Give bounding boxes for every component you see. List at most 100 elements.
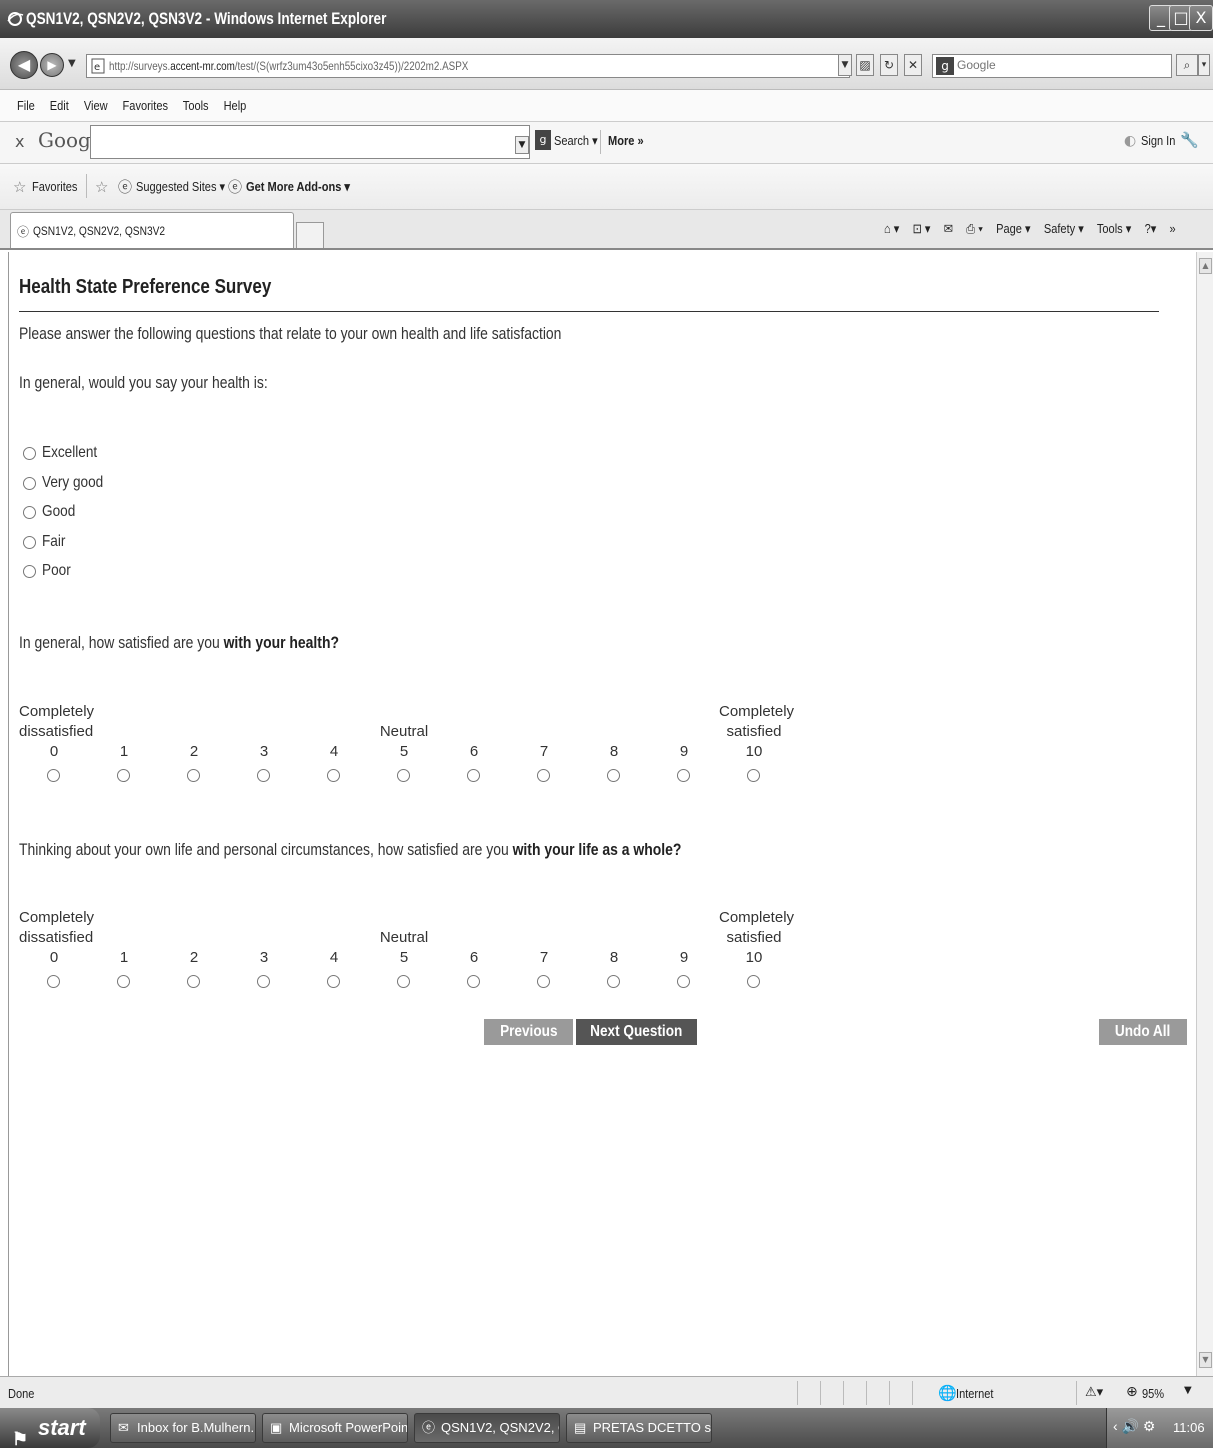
life-radio-3[interactable] [257, 975, 270, 988]
scroll-down-icon[interactable]: ▼ [1199, 1352, 1212, 1368]
title-divider [19, 311, 1159, 312]
life-radio-9[interactable] [677, 975, 690, 988]
health-radio-2[interactable] [187, 769, 200, 782]
menu-tools[interactable]: Tools [183, 98, 209, 113]
taskbar-item-document[interactable]: ▤ PRETAS DCETTO sur... [566, 1413, 712, 1443]
protected-mode-icon[interactable]: ⚠▾ [1085, 1385, 1103, 1400]
forward-button[interactable]: ▶ [40, 53, 64, 77]
option-label: Poor [42, 562, 71, 579]
life-radio-0[interactable] [47, 975, 60, 988]
help-menu-icon[interactable]: ?▾ [1145, 221, 1157, 236]
read-mail-icon[interactable]: ✉ [944, 221, 953, 236]
undo-all-button[interactable]: Undo All [1099, 1019, 1187, 1045]
tools-menu[interactable]: Tools ▾ [1097, 221, 1131, 236]
wrench-icon[interactable]: 🔧 [1180, 131, 1199, 149]
zoom-level[interactable]: 95% [1142, 1386, 1164, 1401]
taskbar-item-powerpoint[interactable]: ▣ Microsoft PowerPoint ... [262, 1413, 408, 1443]
radio-poor[interactable] [23, 565, 36, 578]
status-divider [843, 1381, 844, 1405]
health-radio-4[interactable] [327, 769, 340, 782]
stop-icon[interactable]: ✕ [904, 54, 922, 76]
health-radio-5[interactable] [397, 769, 410, 782]
tab-active[interactable]: ⓔ QSN1V2, QSN2V2, QSN3V2 [10, 212, 294, 248]
favorites-button[interactable]: Favorites [32, 179, 77, 194]
life-satisfaction-scale: Completely dissatisfied Neutral Completely s… [19, 908, 819, 998]
safety-menu[interactable]: Safety ▾ [1044, 221, 1084, 236]
url-field[interactable]: e http://surveys.accent-mr.com/test/(S(w… [86, 54, 850, 78]
vertical-scrollbar[interactable]: ▲ ▼ [1196, 252, 1213, 1376]
health-radio-1[interactable] [117, 769, 130, 782]
search-box[interactable]: g [932, 54, 1172, 78]
menu-favorites[interactable]: Favorites [123, 98, 168, 113]
life-radio-4[interactable] [327, 975, 340, 988]
health-radio-7[interactable] [537, 769, 550, 782]
search-options-icon[interactable]: ▾ [1198, 54, 1210, 76]
scroll-up-icon[interactable]: ▲ [1199, 258, 1212, 274]
suggested-sites-button[interactable]: Suggested Sites ▾ [136, 179, 225, 195]
get-more-addons-button[interactable]: Get More Add-ons ▾ [246, 179, 350, 195]
life-radio-1[interactable] [117, 975, 130, 988]
page-menu[interactable]: Page ▾ [996, 221, 1030, 236]
radio-fair[interactable] [23, 536, 36, 549]
radio-very-good[interactable] [23, 477, 36, 490]
menu-view[interactable]: View [84, 98, 108, 113]
history-dropdown-icon[interactable]: ▼ [68, 58, 76, 69]
scale-number: 6 [469, 743, 479, 760]
new-tab-button[interactable] [296, 222, 324, 248]
health-radio-6[interactable] [467, 769, 480, 782]
scale-low-anchor: Completely [19, 909, 95, 926]
close-window-button[interactable]: X [1189, 5, 1213, 31]
search-input[interactable] [957, 58, 1157, 72]
print-icon[interactable]: ⎙ ▾ [966, 221, 983, 236]
question-2-text: In general, how satisfied are you with y… [19, 633, 339, 652]
toolbar-divider [600, 130, 601, 154]
more-button[interactable]: More » [608, 133, 644, 148]
url-dropdown-icon[interactable]: ▼ [838, 54, 852, 76]
scale-number: 10 [745, 743, 763, 760]
menu-help[interactable]: Help [224, 98, 247, 113]
zoom-dropdown-icon[interactable]: ▼ [1184, 1385, 1192, 1396]
close-toolbar-icon[interactable]: x [15, 132, 24, 151]
life-radio-5[interactable] [397, 975, 410, 988]
health-radio-9[interactable] [677, 769, 690, 782]
search-button[interactable]: ⌕ [1176, 54, 1198, 76]
health-radio-0[interactable] [47, 769, 60, 782]
radio-good[interactable] [23, 506, 36, 519]
health-radio-3[interactable] [257, 769, 270, 782]
scale-high-anchor: Completely [719, 909, 795, 926]
back-button[interactable]: ◀ [10, 51, 38, 79]
home-icon[interactable]: ⌂ ▾ [884, 221, 899, 236]
life-radio-7[interactable] [537, 975, 550, 988]
life-radio-2[interactable] [187, 975, 200, 988]
arrow-left-icon: ◀ [17, 55, 31, 74]
chevron-right-icon[interactable]: » [1170, 221, 1176, 236]
status-divider [889, 1381, 890, 1405]
life-radio-8[interactable] [607, 975, 620, 988]
sign-in-button[interactable]: Sign In [1141, 133, 1175, 148]
next-question-button[interactable]: Next Question [576, 1019, 697, 1045]
scale-low-anchor: dissatisfied [19, 929, 94, 946]
life-radio-6[interactable] [467, 975, 480, 988]
menu-file[interactable]: File [17, 98, 35, 113]
start-button[interactable]: ⚑ start [0, 1408, 100, 1448]
health-radio-10[interactable] [747, 769, 760, 782]
arrow-right-icon: ▶ [47, 58, 57, 72]
taskbar-item-ie[interactable]: ⓔ QSN1V2, QSN2V2, Q... [414, 1413, 560, 1443]
scale-number: 3 [259, 743, 269, 760]
life-radio-10[interactable] [747, 975, 760, 988]
tray-icons[interactable]: ‹ 🔊 ⚙ [1113, 1418, 1155, 1435]
zoom-icon: ⊕ [1126, 1384, 1138, 1400]
chevron-down-icon[interactable]: ▼ [515, 136, 529, 154]
radio-excellent[interactable] [23, 447, 36, 460]
menu-edit[interactable]: Edit [50, 98, 69, 113]
google-toolbar-search-field[interactable]: ▼ [90, 125, 530, 159]
google-search-button[interactable]: Search ▾ [554, 133, 598, 149]
add-favorite-icon[interactable]: ☆ [95, 178, 108, 196]
feeds-icon[interactable]: ⊡ ▾ [913, 221, 931, 236]
previous-button[interactable]: Previous [484, 1019, 573, 1045]
compatibility-icon[interactable]: ▨ [856, 54, 874, 76]
health-radio-8[interactable] [607, 769, 620, 782]
scale-mid-anchor: Neutral [379, 723, 429, 740]
taskbar-item-outlook[interactable]: ✉ Inbox for B.Mulhern... [110, 1413, 256, 1443]
refresh-icon[interactable]: ↻ [880, 54, 898, 76]
